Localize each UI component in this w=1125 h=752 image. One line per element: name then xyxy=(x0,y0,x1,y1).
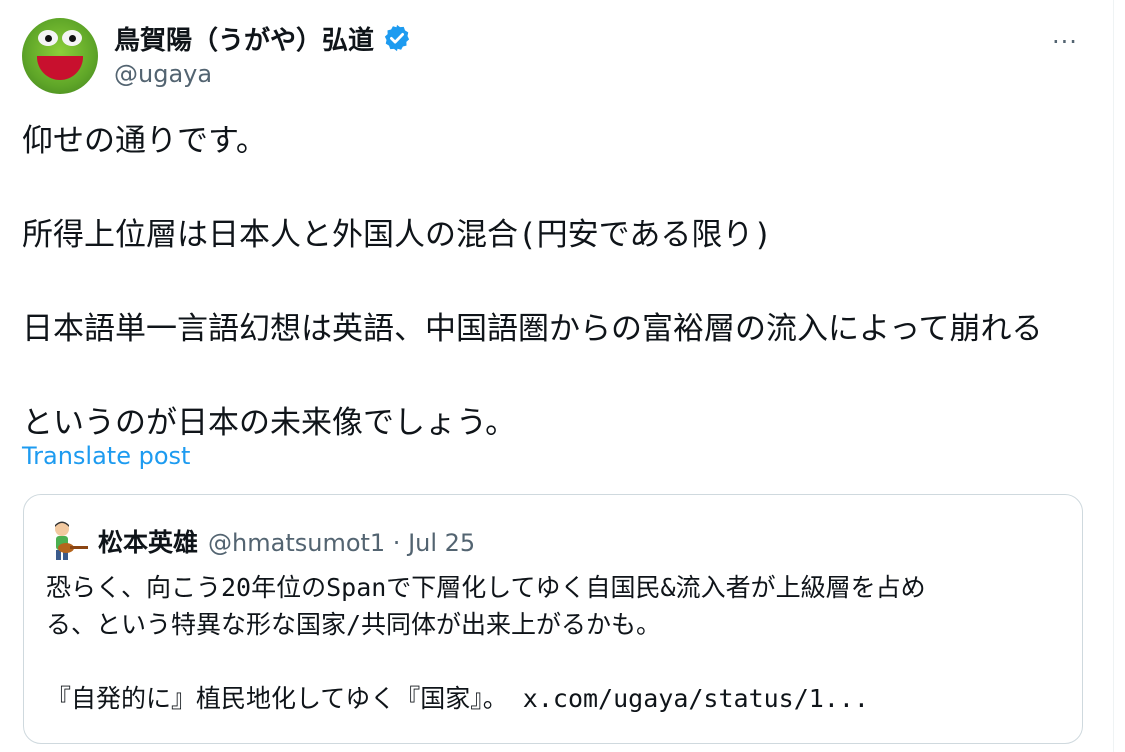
column-divider xyxy=(1113,0,1114,752)
author-name-row: 鳥賀陽（うがや）弘道 xyxy=(114,20,412,56)
author-display-name[interactable]: 鳥賀陽（うがや）弘道 xyxy=(114,20,374,57)
quoted-post-header: 松本英雄 @hmatsumot1 · Jul 25 xyxy=(98,523,475,559)
avatar-mouth xyxy=(37,56,83,80)
translate-post-link[interactable]: Translate post xyxy=(22,442,190,470)
more-options-icon[interactable]: ··· xyxy=(1052,28,1078,56)
author-handle[interactable]: @ugaya xyxy=(114,60,212,88)
avatar-left-eye xyxy=(38,30,58,46)
quoted-post[interactable]: 松本英雄 @hmatsumot1 · Jul 25 恐らく、向こう20年位のSp… xyxy=(23,494,1083,744)
quoted-author-name[interactable]: 松本英雄 xyxy=(98,523,198,559)
quoted-post-text: 恐らく、向こう20年位のSpanで下層化してゆく自国民&流入者が上級層を占め る… xyxy=(46,573,926,713)
avatar-right-eye xyxy=(62,30,82,46)
author-avatar[interactable] xyxy=(22,18,98,94)
guitar-player-avatar-icon[interactable] xyxy=(46,519,90,563)
post-text: 仰せの通りです。 所得上位層は日本人と外国人の混合(円安である限り) 日本語単一… xyxy=(22,123,1043,441)
verified-badge-icon[interactable] xyxy=(382,23,412,53)
quoted-author-meta[interactable]: @hmatsumot1 · Jul 25 xyxy=(208,529,475,557)
